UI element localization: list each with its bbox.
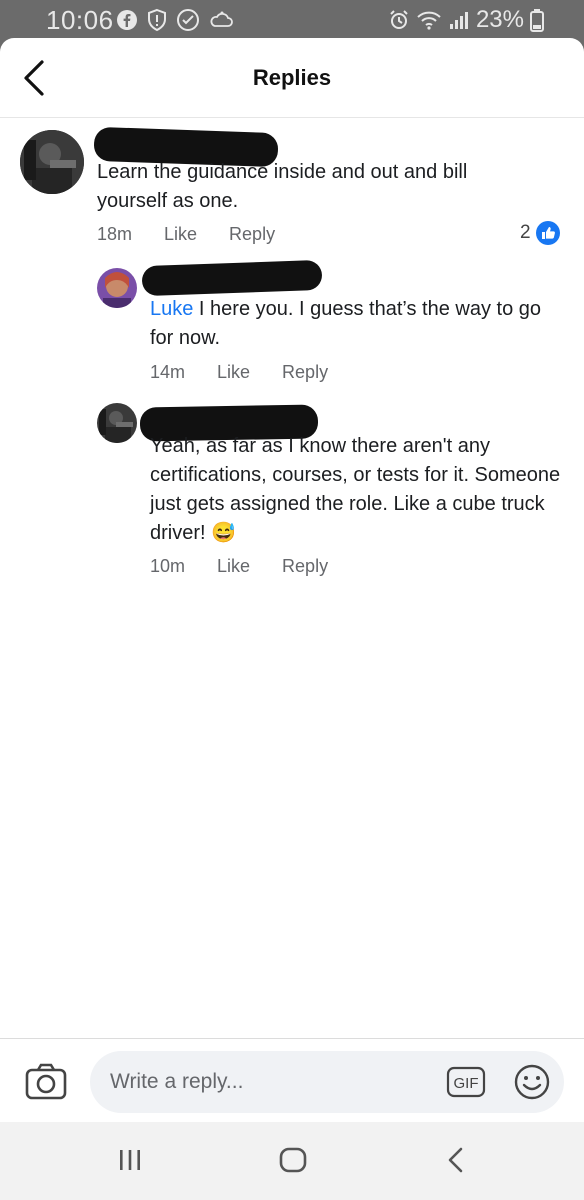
recent-apps-icon[interactable] (116, 1146, 144, 1174)
weather-icon (210, 11, 233, 27)
like-button[interactable]: Like (217, 362, 250, 383)
comment-text: Learn the guidance inside and out and bi… (97, 161, 468, 212)
system-icons: 23% (388, 6, 544, 34)
system-nav-bar (0, 1122, 584, 1200)
comment-body: I here you. I guess that’s the way to go… (150, 298, 541, 349)
avatar-photo (97, 268, 137, 308)
gif-icon[interactable]: GIF (446, 1066, 486, 1098)
emoji-icon[interactable] (514, 1064, 550, 1100)
alert-shield-icon (148, 8, 166, 32)
mention-link[interactable]: Luke (150, 298, 193, 320)
avatar[interactable] (97, 268, 137, 308)
redacted-name (141, 259, 323, 297)
comment-text: Luke I here you. I guess that’s the way … (150, 295, 560, 353)
comment-time: 10m (150, 556, 186, 576)
comment-meta: 18m Like Reply (97, 224, 275, 245)
alarm-icon (390, 10, 408, 29)
comment-time: 14m (150, 362, 186, 382)
comment-text: Yeah, as far as I know there aren't any … (150, 435, 561, 544)
facebook-notification-icon (117, 10, 137, 30)
battery-icon (530, 9, 544, 32)
wifi-icon (417, 11, 441, 30)
status-bar: 10:06 23% (0, 0, 584, 38)
notification-icons (116, 8, 234, 32)
camera-icon[interactable] (24, 1061, 68, 1101)
gif-label: GIF (454, 1075, 479, 1092)
comment-time: 18m (97, 224, 133, 244)
page-title: Replies (252, 65, 332, 90)
reply-input-wrapper: GIF (90, 1051, 564, 1113)
status-time: 10:06 (46, 5, 114, 35)
reply-button[interactable]: Reply (282, 362, 328, 383)
reply-input[interactable] (110, 1051, 430, 1113)
comment-meta: 14m Like Reply (150, 362, 328, 383)
signal-icon (449, 12, 468, 29)
home-icon[interactable] (278, 1146, 308, 1174)
battery-percent: 23% (475, 6, 524, 33)
reaction-count: 2 (520, 222, 531, 243)
reply-button[interactable]: Reply (282, 556, 328, 577)
like-reaction-icon (535, 221, 560, 245)
like-button[interactable]: Like (217, 556, 250, 577)
reaction-summary[interactable]: 2 (520, 220, 561, 246)
check-circle-icon (177, 9, 199, 31)
nav-back-icon[interactable] (444, 1146, 468, 1174)
avatar-photo (97, 403, 137, 443)
reply-composer: GIF (0, 1038, 584, 1122)
like-button[interactable]: Like (164, 224, 197, 245)
header: Replies (0, 38, 584, 118)
avatar-photo (20, 130, 84, 194)
avatar[interactable] (20, 130, 84, 194)
avatar[interactable] (97, 403, 137, 443)
replies-sheet: Replies Learn the guidance inside and ou… (0, 38, 584, 1122)
reply-button[interactable]: Reply (229, 224, 275, 245)
comment-meta: 10m Like Reply (150, 556, 328, 577)
